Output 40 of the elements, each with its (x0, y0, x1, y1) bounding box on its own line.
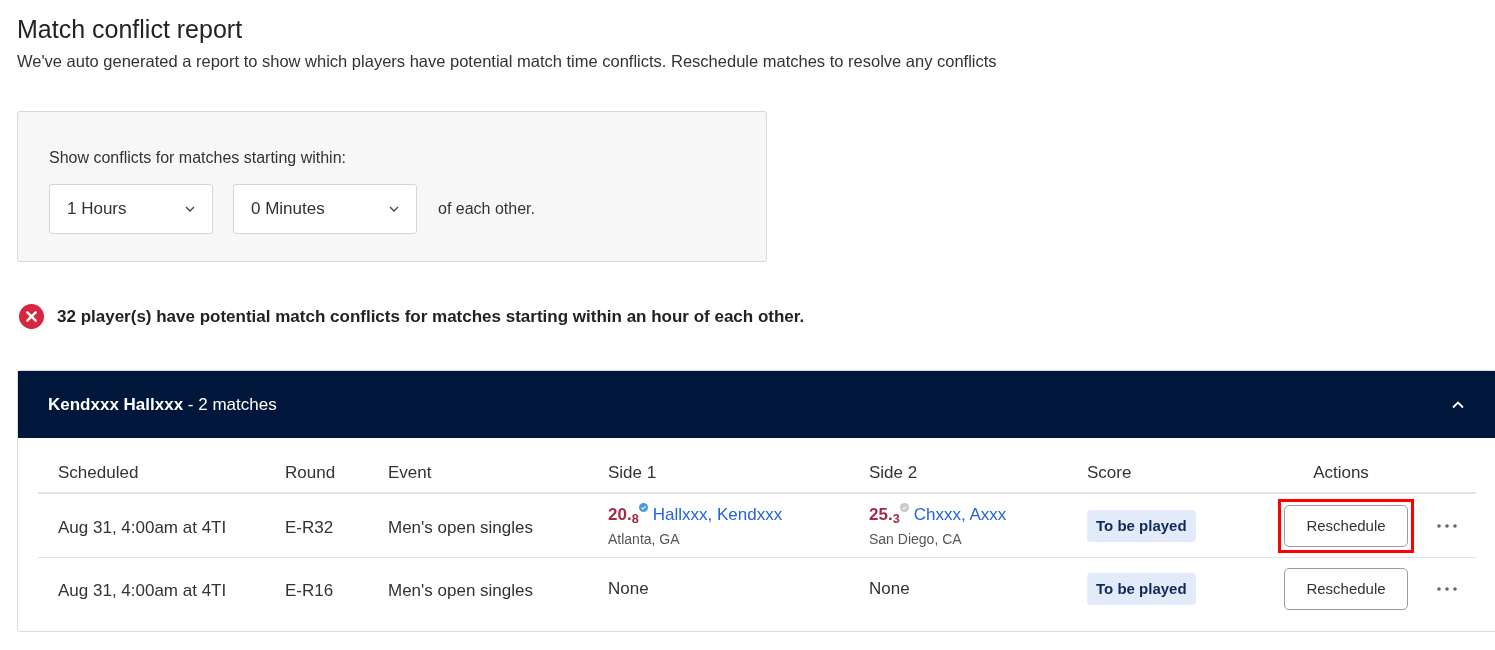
reschedule-button[interactable]: Reschedule (1284, 567, 1408, 610)
dropdown[interactable]: 0 Minutes (233, 183, 417, 234)
error-icon (19, 304, 44, 329)
player-name-link[interactable]: Hallxxx, Kendxxx (652, 502, 783, 528)
table-cell: None (608, 579, 649, 598)
filter-suffix: of each other. (438, 198, 535, 219)
player-location: Atlanta, GA (608, 529, 681, 549)
filter-label: Show conflicts for matches starting within: (49, 147, 347, 168)
player-name-link[interactable]: Chxxx, Axxx (913, 502, 1007, 528)
more-options-icon[interactable] (1437, 523, 1457, 528)
reschedule-button[interactable]: Reschedule (1284, 504, 1408, 547)
column-header: Side 2 (869, 461, 919, 484)
column-header: Scheduled (57, 461, 140, 484)
more-options-icon[interactable] (1437, 586, 1457, 591)
column-header: Side 1 (608, 461, 658, 484)
page-title: Match conflict report (17, 14, 244, 45)
player-location: San Diego, CA (869, 529, 963, 549)
page-subtitle: We've auto generated a report to show which players have potential match time conflicts. Reschedule matches to resolve any conflicts (17, 51, 998, 72)
column-header: Score (1087, 461, 1133, 484)
table-cell: None (869, 579, 910, 598)
dropdown[interactable]: 1 Hours (49, 183, 213, 234)
player-rating: 20.$_{8}$ (608, 504, 639, 528)
table-cell-text: Men's open singles (388, 516, 534, 539)
column-header: Actions (1312, 461, 1370, 484)
chevron-down-icon (389, 205, 399, 212)
status-badge: To be played (1087, 572, 1196, 605)
table-cell-text: E-R32 (285, 516, 335, 539)
player-rating: 25.$_{3}$ (869, 504, 900, 528)
group-title: Kendxxx Hallxxx - 2 matches (48, 394, 277, 416)
table-cell-text: Men's open singles (388, 579, 534, 602)
status-badge: To be played (1087, 509, 1196, 542)
chevron-down-icon (185, 205, 195, 212)
alert-message: 32 player(s) have potential match conflicts for matches starting within an hour of each other. (57, 305, 805, 328)
group-header[interactable]: Kendxxx Hallxxx - 2 matches (18, 371, 1495, 439)
column-header: Event (388, 461, 433, 484)
chevron-up-icon[interactable] (1452, 400, 1464, 409)
column-header: Round (285, 461, 337, 484)
table-cell-text: E-R16 (285, 579, 335, 602)
table-cell-text: Aug 31, 4:00am at 4TI (57, 516, 228, 539)
table-cell-text: Aug 31, 4:00am at 4TI (57, 579, 228, 602)
